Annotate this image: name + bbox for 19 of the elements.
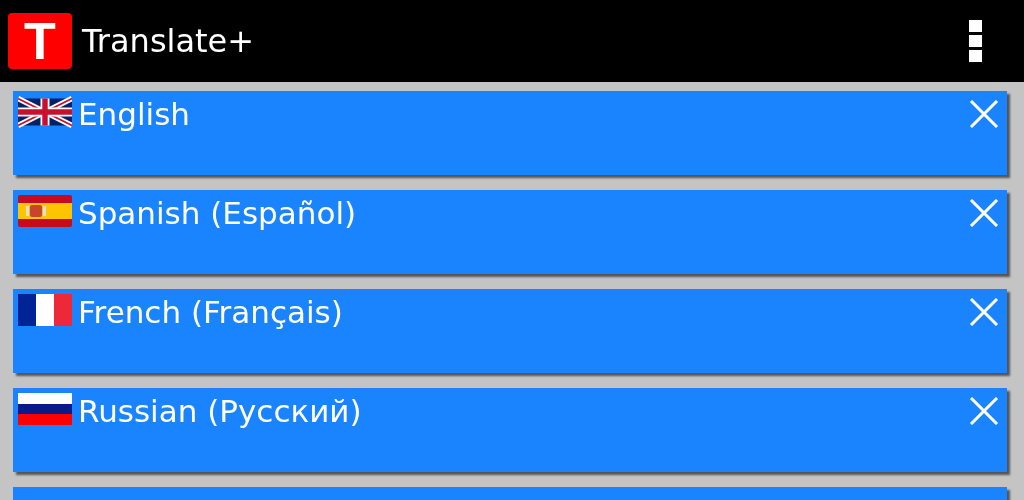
- close-icon[interactable]: [968, 298, 1000, 326]
- language-card[interactable]: Spanish (Español): [13, 190, 1007, 274]
- language-card[interactable]: Russian (Русский): [13, 388, 1007, 472]
- language-name: English: [78, 96, 191, 132]
- language-name: French (Français): [78, 294, 344, 330]
- language-name: Russian (Русский): [78, 393, 363, 429]
- close-icon[interactable]: [968, 397, 1000, 425]
- menu-icon[interactable]: [968, 19, 984, 63]
- flag-icon: [18, 195, 72, 227]
- flag-icon: [18, 96, 72, 128]
- app-title: Translate+: [82, 22, 256, 60]
- language-card[interactable]: French (Français): [13, 289, 1007, 373]
- language-card[interactable]: English: [13, 91, 1007, 175]
- close-icon[interactable]: [968, 199, 1000, 227]
- flag-icon: [18, 294, 72, 326]
- language-name: Spanish (Español): [78, 195, 358, 231]
- close-icon[interactable]: [968, 100, 1000, 128]
- app-logo: T: [8, 13, 72, 69]
- flag-icon: [18, 393, 72, 425]
